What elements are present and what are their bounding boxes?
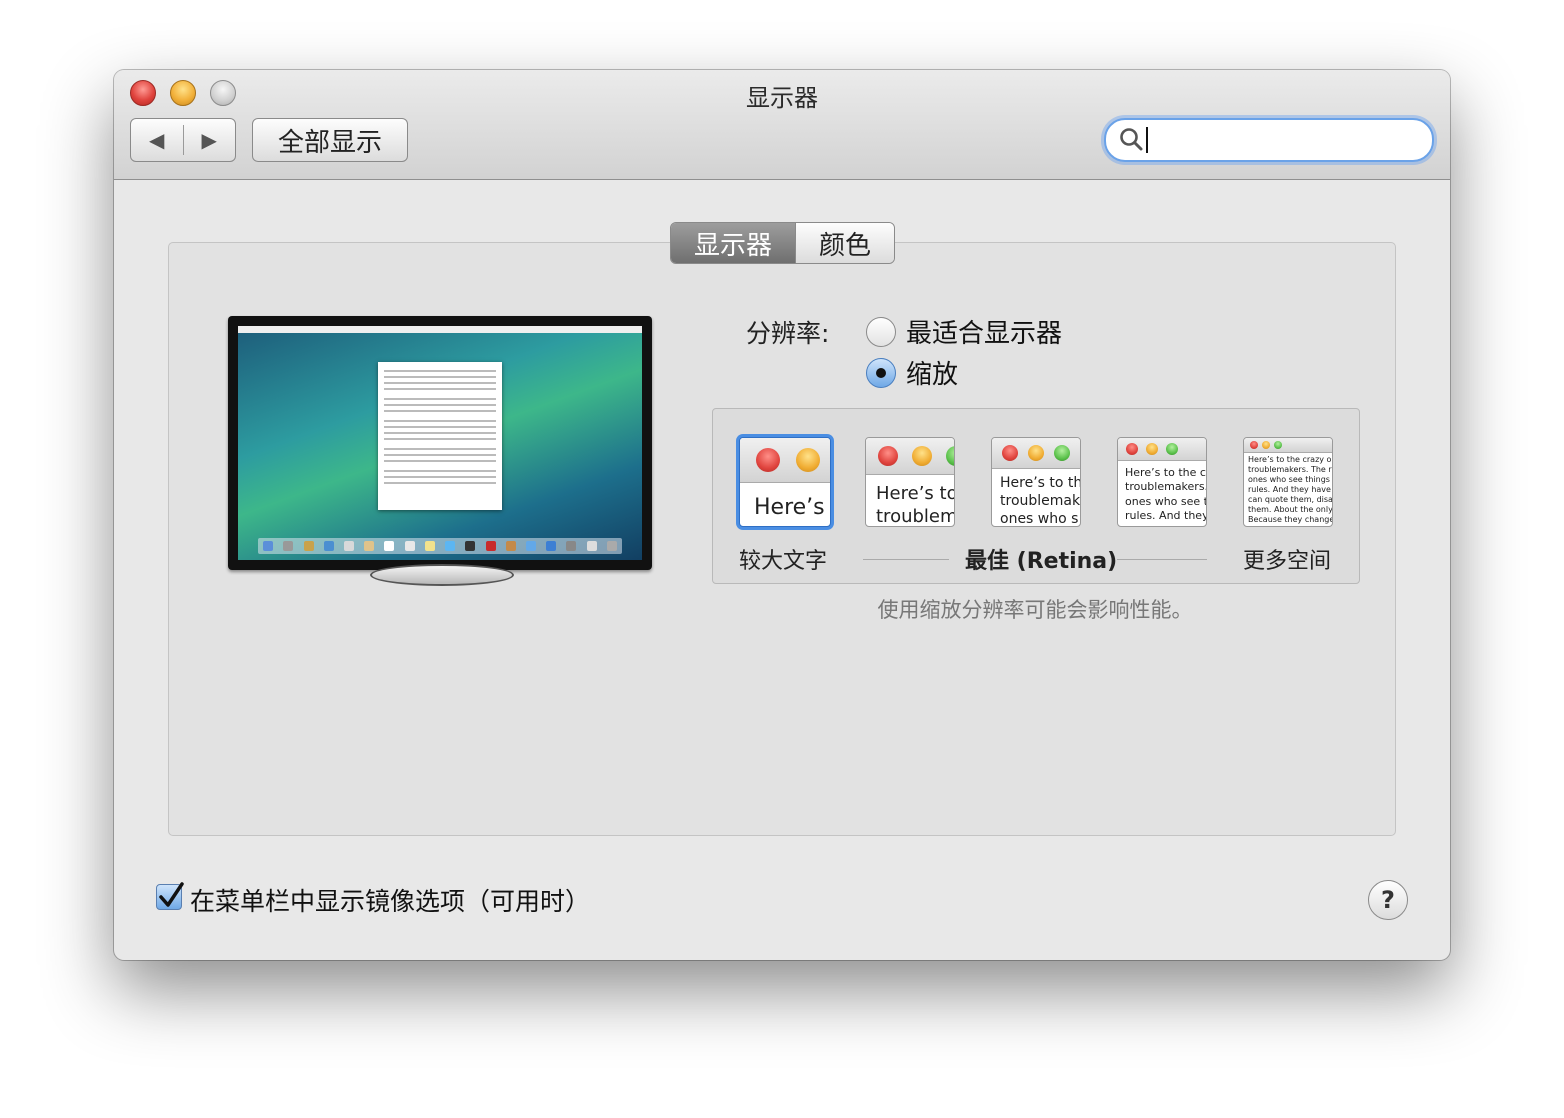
screen-document <box>378 362 502 510</box>
scale-sample-text: Here’s to the crazy ones troublemakers. … <box>1248 455 1333 524</box>
back-arrow-icon[interactable]: ◀ <box>131 119 183 161</box>
scale-sample-text: Here’s to th troublemak ones who s <box>1000 475 1081 527</box>
scale-option-more-space[interactable]: Here’s to the crazy ones troublemakers. … <box>1243 437 1333 527</box>
show-all-button[interactable]: 全部显示 <box>252 118 408 162</box>
scale-divider-right <box>1117 559 1207 560</box>
screen-menubar <box>238 326 642 333</box>
monitor-screen <box>238 326 642 560</box>
magnifier-icon <box>1120 128 1143 151</box>
navigation-segment: ◀ ▶ <box>130 118 236 162</box>
checkmark-icon <box>159 882 184 907</box>
radio-best-for-display[interactable]: 最适合显示器 <box>866 313 1062 350</box>
mirroring-label: 在菜单栏中显示镜像选项（可用时） <box>190 887 591 916</box>
monitor-bezel <box>228 316 652 570</box>
radio-scaled[interactable]: 缩放 <box>866 354 958 391</box>
resolution-label: 分辨率: <box>746 319 830 348</box>
scale-option-larger-text[interactable]: Here’s <box>739 437 831 527</box>
scale-option-2[interactable]: Here’s to troublem <box>865 437 955 527</box>
tab-display[interactable]: 显示器 <box>671 223 795 263</box>
radio-label: 缩放 <box>906 360 959 390</box>
scale-divider-left <box>863 559 949 560</box>
mirroring-checkbox[interactable] <box>156 882 184 910</box>
label-more-space: 更多空间 <box>1243 549 1332 574</box>
label-best-retina: 最佳 (Retina) <box>965 549 1118 574</box>
radio-button[interactable] <box>866 316 896 347</box>
radio-label: 最适合显示器 <box>906 319 1063 349</box>
system-preferences-window: 显示器 ◀ ▶ 全部显示 显示器 颜色 分辨率: 最适合显示器 缩放 Here’… <box>114 70 1450 960</box>
scale-sample-text: Here’s <box>754 495 825 520</box>
search-field[interactable] <box>1104 118 1434 162</box>
scaling-options: Here’s Here’s to troublem Here’s to th t… <box>712 408 1360 584</box>
scale-option-4[interactable]: Here’s to the cr troublemakers. ones who… <box>1117 437 1207 527</box>
scale-sample-text: Here’s to the cr troublemakers. ones who… <box>1125 466 1207 522</box>
monitor-illustration <box>228 316 652 586</box>
label-larger-text: 较大文字 <box>739 549 828 574</box>
text-cursor <box>1146 127 1148 153</box>
monitor-stand <box>370 564 514 586</box>
title-bar: 显示器 ◀ ▶ 全部显示 <box>114 70 1450 180</box>
forward-arrow-icon[interactable]: ▶ <box>184 119 236 161</box>
screen-dock <box>258 538 622 554</box>
scale-sample-text: Here’s to troublem <box>876 483 955 527</box>
window-title: 显示器 <box>746 84 818 112</box>
tab-bar: 显示器 颜色 <box>670 222 895 264</box>
radio-button-selected[interactable] <box>866 357 896 388</box>
performance-note: 使用缩放分辨率可能会影响性能。 <box>877 598 1193 622</box>
scale-option-retina[interactable]: Here’s to th troublemak ones who s <box>991 437 1081 527</box>
tab-color[interactable]: 颜色 <box>795 223 894 263</box>
help-button[interactable]: ? <box>1368 880 1408 920</box>
